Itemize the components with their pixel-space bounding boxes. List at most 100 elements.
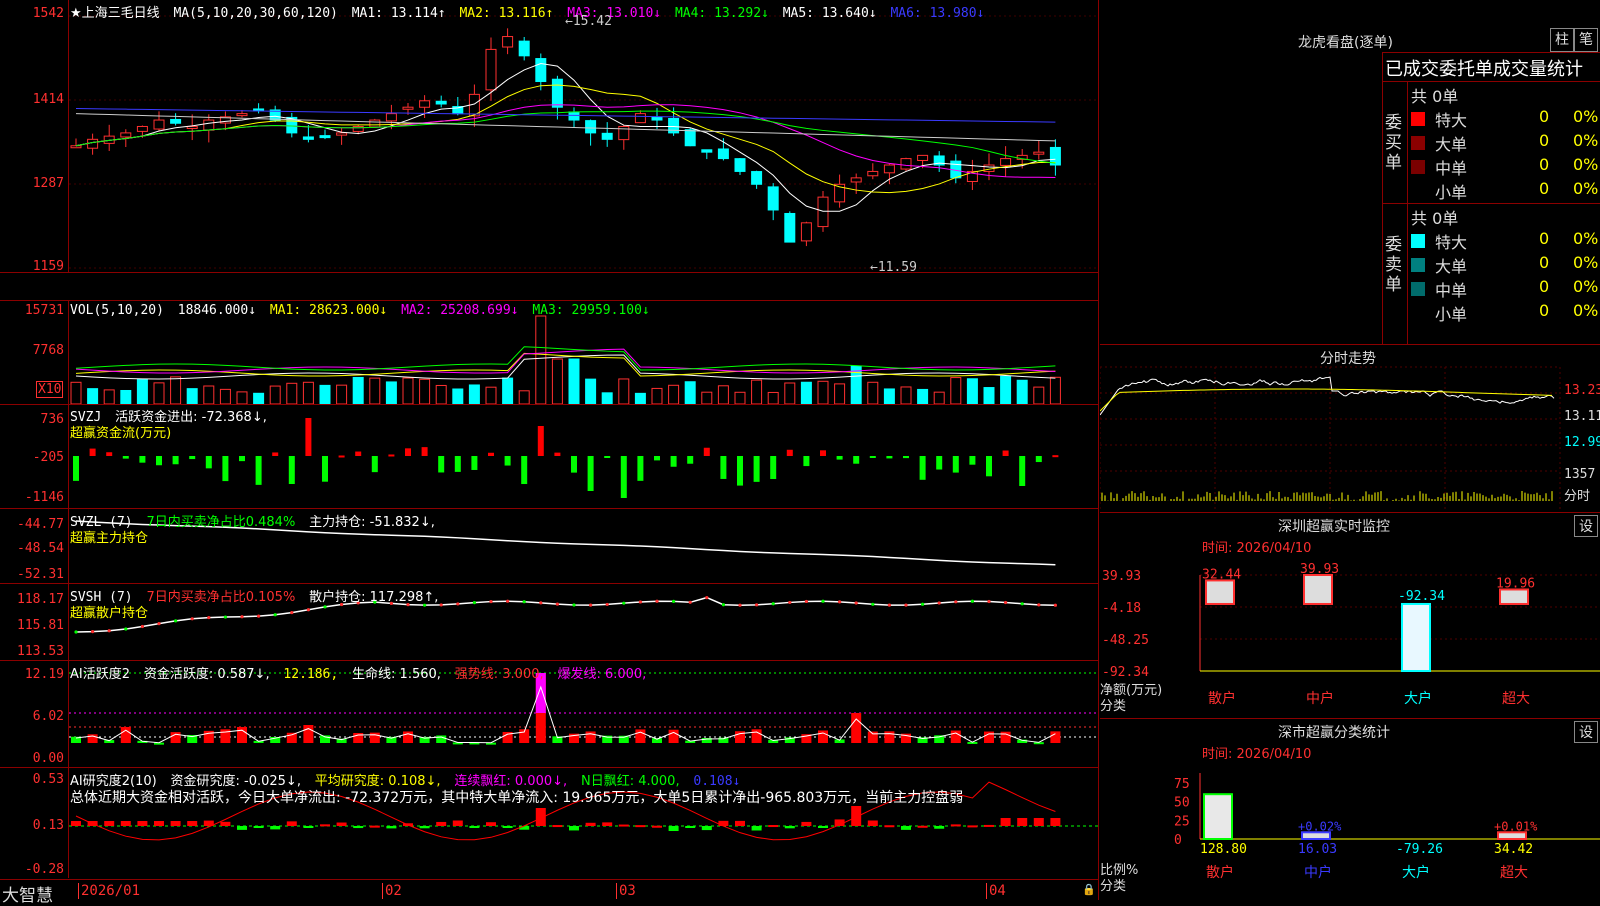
candle-body (203, 119, 215, 131)
active-bar (635, 729, 646, 743)
vol-value: 18846.000↓ (177, 303, 257, 318)
flow-bar (886, 456, 893, 459)
category-label: 中户 (1304, 864, 1332, 881)
retail-dot (655, 599, 659, 603)
svsh-pane[interactable]: SVSH (7) 7日内买卖净占比0.105% 散户持仓: 117.298↑, … (0, 584, 1098, 661)
flow-bar (355, 451, 362, 456)
research-bar (220, 821, 231, 826)
buy-row-pct: 0% (1573, 107, 1599, 126)
flow-bar (388, 454, 395, 457)
table-header: 已成交委托单成交量统计 (1385, 59, 1583, 80)
flow-bar (803, 456, 810, 467)
kline-chart[interactable] (0, 0, 1098, 272)
research-bar (685, 826, 696, 828)
sell-row-count: 0 (1539, 301, 1550, 320)
svsh-value: 散户持仓: 117.298↑, (309, 590, 439, 605)
class-bar (1203, 793, 1233, 840)
y-tick: -44.77 (17, 517, 64, 532)
volume-bar (336, 384, 348, 404)
research-bar (1000, 818, 1011, 826)
y-tick: 39.93 (1102, 569, 1141, 584)
flow-bar (338, 455, 345, 458)
volume-pane[interactable]: VOL(5,10,20) 18846.000↓ MA1: 28623.000↓ … (0, 300, 1098, 405)
volume-bar (867, 381, 879, 404)
sz-class-panel[interactable]: 深市超赢分类统计 设 时间: 2026/04/10 75 50 25 0 128.80 散… (1100, 718, 1600, 901)
volume-bar (219, 388, 231, 404)
sell-row-count: 0 (1539, 253, 1550, 272)
flow-bar (488, 452, 494, 456)
retail-dot (705, 595, 709, 600)
retail-dot (921, 602, 925, 606)
candle-body (850, 177, 862, 183)
monitor-chart[interactable]: 39.93 -4.18 -48.25 -92.34 32.44 散户 39.93 中户 -92.… (1100, 513, 1600, 719)
retail-dot (954, 600, 958, 604)
y-tick: 13.11 (1564, 409, 1600, 424)
vol-ma-line (75, 346, 1056, 371)
candle-body (236, 113, 248, 117)
bar-mode-button[interactable]: 柱 (1550, 28, 1574, 52)
candle-body (385, 113, 397, 122)
svzj-pane[interactable]: SVZJ 活跃资金进出: -72.368↓, 超赢资金流(万元) 736 -20… (0, 404, 1098, 509)
flow-bar (504, 456, 511, 466)
main-kline-pane[interactable]: ★上海三毛日线 MA(5,10,20,30,60,120) MA1: 13.11… (0, 0, 1098, 273)
sz-monitor-panel[interactable]: 深圳超赢实时监控 设 时间: 2026/04/10 39.93 -4.18 -48.… (1100, 512, 1600, 719)
buy-swatch (1411, 112, 1425, 126)
y-tick: 0.53 (32, 772, 64, 787)
kline-header: ★上海三毛日线 MA(5,10,20,30,60,120) MA1: 13.11… (70, 2, 990, 21)
y-tick: -48.25 (1102, 633, 1149, 648)
right-divider (1098, 0, 1099, 900)
high-label: ←15.42 (565, 14, 612, 29)
active-bar (1050, 731, 1061, 743)
volume-bar (618, 378, 630, 404)
research-bar (486, 822, 496, 826)
active-bar (585, 731, 596, 743)
svzl-pane[interactable]: SVZL (7) 7日内买卖净占比0.484% 主力持仓: -51.832↓, … (0, 509, 1098, 584)
research-bar (934, 826, 945, 829)
candle-body (186, 125, 198, 129)
y-tick: 12.19 (24, 667, 64, 682)
bar-value: 32.44 (1202, 567, 1241, 582)
research-bar (618, 824, 629, 827)
sell-total: 共 0单 (1411, 209, 1459, 228)
price-line (1100, 376, 1555, 416)
y-tick: -1146 (24, 490, 64, 505)
class-bar (1497, 831, 1527, 840)
ma-params: MA(5,10,20,30,60,120) (173, 6, 338, 21)
class-chart[interactable]: 75 50 25 0 128.80 散户 +0.02% 16.03 中户 -79.26 大户 +0.0… (1100, 719, 1600, 901)
candle-body (900, 158, 912, 170)
tick-mode-button[interactable]: 笔 (1574, 28, 1598, 52)
y-tick: 113.53 (17, 644, 64, 659)
volume-bar (933, 391, 945, 404)
flow-bar (405, 448, 411, 456)
ai-research-pane[interactable]: AI研究度2(10) 资金研究度: -0.025↓, 平均研究度: 0.108↓… (0, 768, 1098, 878)
candle-body (717, 148, 729, 160)
research-summary: 总体近期大资金相对活跃，今日大单净流出: -72.372万元，其中特大单净流入:… (70, 790, 964, 806)
flow-bar (205, 456, 212, 469)
category-label: 散户 (1208, 690, 1236, 707)
volume-bar (369, 377, 381, 404)
intraday-chart[interactable] (1100, 345, 1600, 513)
flow-bar (637, 456, 644, 481)
volume-bar (950, 377, 962, 404)
lock-icon[interactable]: 🔒 (1082, 883, 1096, 896)
monitor-bar (1499, 588, 1529, 605)
flow-bar (537, 426, 544, 456)
volume-bar (717, 385, 729, 404)
flow-bar (471, 456, 478, 470)
candle-body (784, 212, 796, 243)
flow-bar (703, 447, 710, 456)
candle-body (402, 106, 414, 110)
volume-bar (734, 391, 746, 404)
intraday-panel[interactable]: 分时走势 13.23 13.11 12.99 1357 分时 (1100, 344, 1600, 513)
candle-body (734, 158, 746, 172)
y-tick: 15731 (24, 303, 64, 318)
buy-row-label: 大单 (1435, 135, 1468, 154)
flow-bar (371, 456, 378, 473)
retail-dot (572, 603, 576, 607)
ai-active-pane[interactable]: AI活跃度2 资金活跃度: 0.587↓, 12.186, 生命线: 1.560… (0, 661, 1098, 768)
volume-bar (286, 382, 298, 404)
candle-body (1033, 151, 1045, 155)
bar-pct: +0.02% (1298, 819, 1342, 833)
active-bar (884, 731, 895, 743)
volume-bar (170, 376, 182, 404)
